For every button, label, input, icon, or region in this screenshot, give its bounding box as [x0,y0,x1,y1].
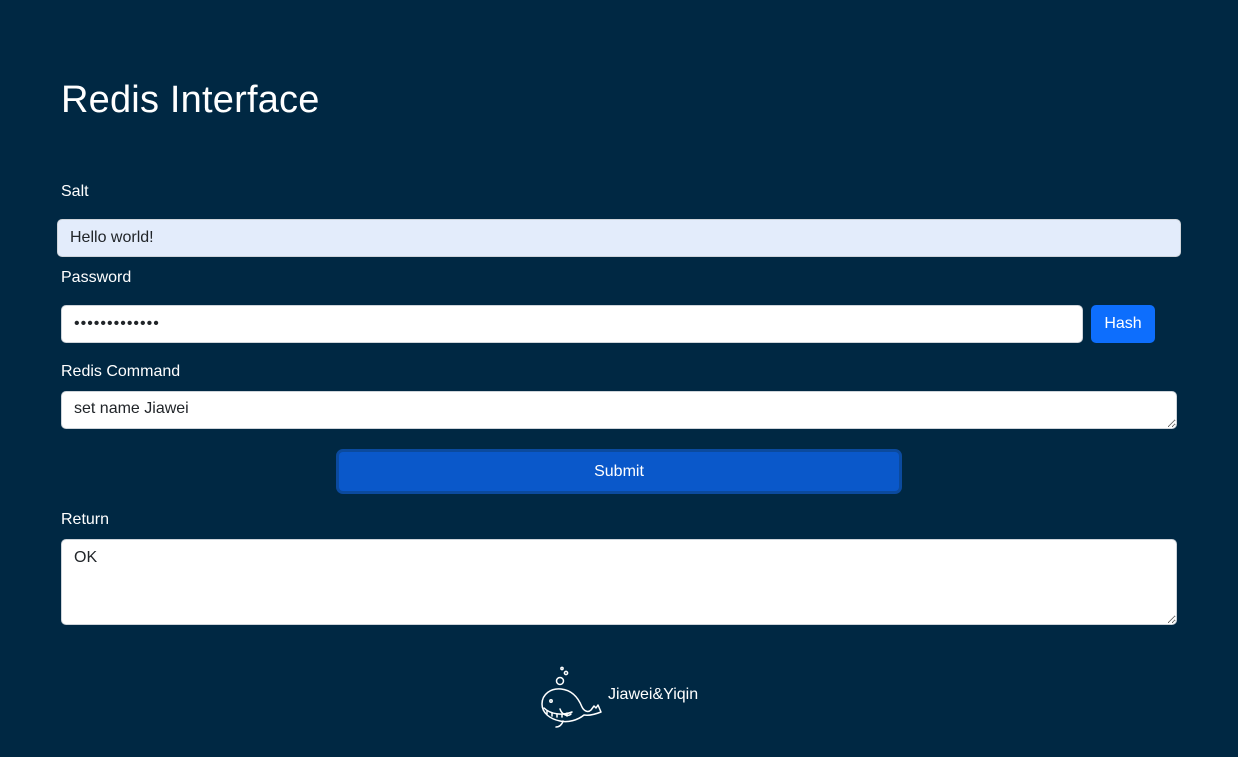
footer: Jiawei&Yiqin [538,664,698,730]
password-input[interactable] [61,305,1083,343]
page-title: Redis Interface [61,79,320,121]
redis-command-input[interactable]: set name Jiawei [61,391,1177,429]
submit-button[interactable]: Submit [336,449,902,494]
redis-command-label: Redis Command [61,363,181,380]
salt-label: Salt [61,183,89,200]
footer-credit-text: Jiawei&Yiqin [608,686,699,703]
salt-input[interactable] [57,219,1181,257]
password-label: Password [61,269,132,286]
whale-icon [541,666,602,728]
hash-button[interactable]: Hash [1091,305,1155,343]
return-output[interactable]: OK [61,539,1177,625]
return-label: Return [61,511,110,528]
